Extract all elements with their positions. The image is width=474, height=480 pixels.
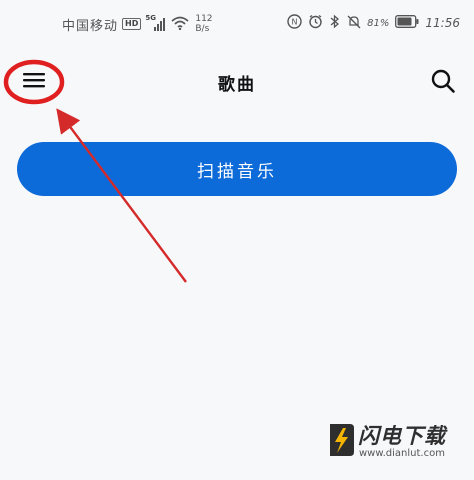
watermark-url: www.dianlut.com — [359, 448, 445, 459]
search-button[interactable] — [428, 68, 458, 98]
app-screen: 中国移动 HD 5G 112 B/s N 81% 11:56 歌曲 扫描音乐 闪… — [0, 0, 474, 480]
watermark: 闪电下载 www.dianlut.com — [326, 418, 466, 468]
battery-icon — [395, 15, 419, 31]
bluetooth-icon — [329, 14, 341, 32]
svg-text:N: N — [292, 18, 298, 27]
status-right: N 81% 11:56 — [287, 14, 460, 32]
clock: 11:56 — [425, 16, 460, 30]
watermark-brand: 闪电下载 — [358, 424, 446, 448]
carrier-name: 中国移动 — [62, 18, 119, 34]
search-icon — [430, 68, 456, 98]
pointer-arrow — [56, 108, 187, 283]
signal-icon: 5G — [145, 14, 167, 31]
speed-unit: B/s — [195, 24, 210, 34]
speed-value: 112 — [195, 14, 213, 24]
lightning-logo-icon — [326, 422, 356, 462]
alarm-icon — [308, 14, 323, 32]
network-speed: 112 B/s — [195, 14, 212, 34]
hd-badge: HD — [122, 18, 142, 30]
mute-icon — [347, 14, 361, 32]
status-left: 中国移动 HD 5G 112 B/s — [62, 14, 213, 34]
wifi-icon — [171, 16, 189, 33]
status-bar: 中国移动 HD 5G 112 B/s N 81% 11:56 — [0, 0, 474, 50]
nfc-icon: N — [287, 14, 302, 32]
page-title: 歌曲 — [218, 75, 256, 95]
battery-percent: 81% — [367, 17, 390, 29]
app-header: 歌曲 — [0, 50, 474, 114]
scan-music-button[interactable]: 扫描音乐 — [17, 142, 457, 196]
